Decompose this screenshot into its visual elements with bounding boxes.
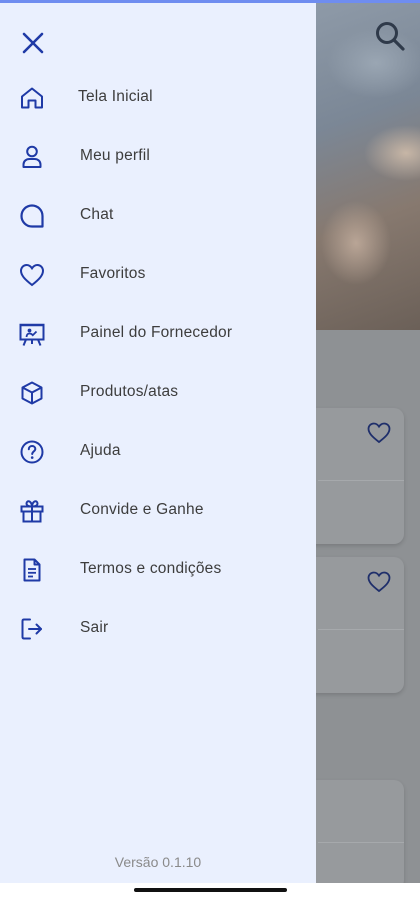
logout-icon (18, 615, 46, 643)
heart-outline-icon[interactable] (366, 569, 392, 595)
menu-item-label: Chat (80, 206, 114, 223)
user-icon (18, 143, 46, 171)
gift-icon (18, 497, 46, 525)
menu-item-label: Convide e Ganhe (80, 501, 204, 518)
menu-item-label: Produtos/atas (80, 383, 179, 400)
menu-item-logout[interactable]: Sair (0, 604, 316, 654)
menu-item-supplier-panel[interactable]: Painel do Fornecedor (0, 309, 316, 359)
menu-item-label: Tela Inicial (78, 88, 153, 105)
menu-item-label: Ajuda (80, 442, 121, 459)
heart-outline-icon[interactable] (366, 420, 392, 446)
menu-item-label: Painel do Fornecedor (80, 324, 233, 341)
menu-item-home[interactable]: Tela Inicial (0, 73, 316, 123)
menu-item-label: Termos e condições (80, 560, 222, 577)
home-indicator[interactable] (134, 888, 287, 892)
menu-item-chat[interactable]: Chat (0, 191, 316, 241)
box-icon (18, 379, 46, 407)
heart-icon (18, 261, 46, 289)
close-icon[interactable] (18, 28, 48, 58)
menu-item-label: Meu perfil (80, 147, 151, 164)
search-icon[interactable] (372, 18, 408, 54)
menu-item-profile[interactable]: Meu perfil (0, 132, 316, 182)
app-version: Versão 0.1.10 (114, 854, 202, 870)
document-icon (18, 556, 46, 584)
navigation-drawer: Tela Inicial Meu perfil Chat Favoritos P (0, 3, 316, 883)
menu-item-products[interactable]: Produtos/atas (0, 368, 316, 418)
menu-item-invite[interactable]: Convide e Ganhe (0, 486, 316, 536)
menu-item-favorites[interactable]: Favoritos (0, 250, 316, 300)
chat-icon (18, 202, 46, 230)
presentation-board-icon (18, 320, 46, 348)
home-icon (18, 84, 46, 112)
help-circle-icon (18, 438, 46, 466)
menu-item-label: Favoritos (80, 265, 146, 282)
menu-item-help[interactable]: Ajuda (0, 427, 316, 477)
menu-item-terms[interactable]: Termos e condições (0, 545, 316, 595)
menu-item-label: Sair (80, 619, 109, 636)
